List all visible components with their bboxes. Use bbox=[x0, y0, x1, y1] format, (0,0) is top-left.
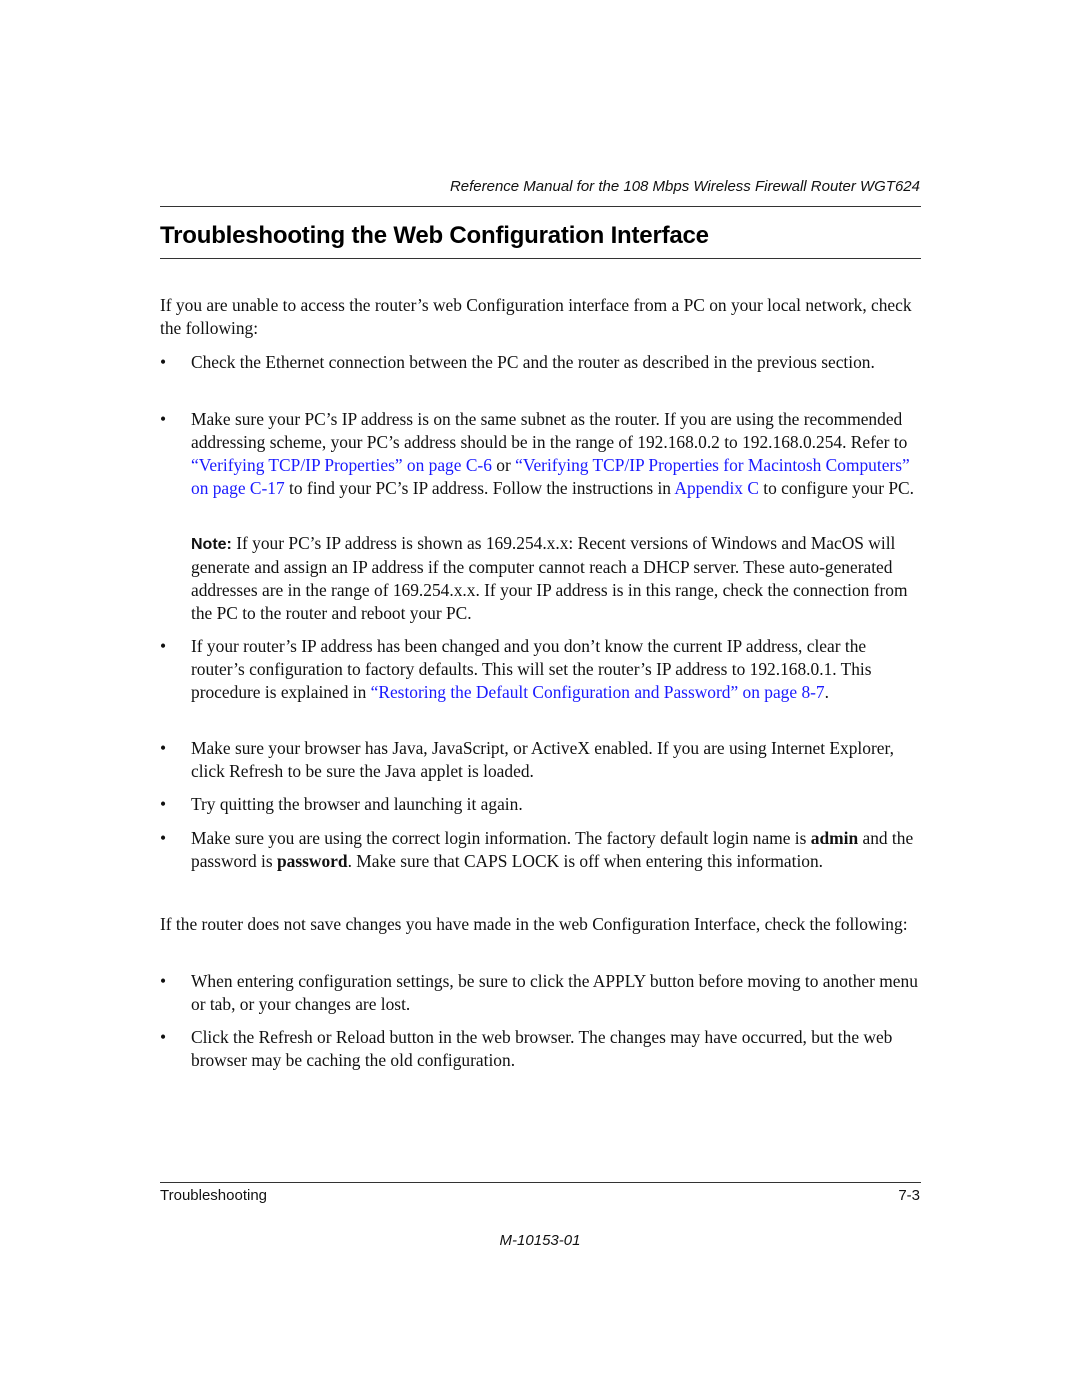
section-title: Troubleshooting the Web Configuration In… bbox=[160, 222, 709, 249]
list-item-text: Make sure you are using the correct logi… bbox=[191, 827, 921, 873]
text-run: to configure your PC. bbox=[758, 478, 914, 498]
link-verifying-tcpip[interactable]: “Verifying TCP/IP Properties” on page C-… bbox=[191, 455, 492, 475]
intro-paragraph: If you are unable to access the router’s… bbox=[160, 295, 912, 338]
bullet-icon: • bbox=[160, 971, 167, 991]
bullet-icon: • bbox=[160, 794, 167, 814]
list-item-text: Click the Refresh or Reload button in th… bbox=[191, 1027, 893, 1070]
list-item-text: When entering configuration settings, be… bbox=[191, 971, 918, 1014]
bullet-icon: • bbox=[160, 828, 167, 848]
list-item-text: Make sure your browser has Java, JavaScr… bbox=[191, 738, 894, 781]
footer-rule bbox=[160, 1182, 921, 1183]
link-appendix-c[interactable]: Appendix C bbox=[674, 478, 759, 498]
text-run: or bbox=[491, 455, 516, 475]
note-block: Note: If your PC’s IP address is shown a… bbox=[191, 532, 921, 625]
list-item-text: Try quitting the browser and launching i… bbox=[191, 794, 523, 814]
title-rule bbox=[160, 258, 921, 259]
document-page: Reference Manual for the 108 Mbps Wirele… bbox=[0, 0, 1080, 1397]
second-paragraph: If the router does not save changes you … bbox=[160, 914, 908, 934]
text-run: . Make sure that CAPS LOCK is off when e… bbox=[347, 851, 824, 871]
footer-chapter: Troubleshooting bbox=[160, 1187, 268, 1204]
list-item-text: If your router’s IP address has been cha… bbox=[191, 635, 921, 704]
document-number: M-10153-01 bbox=[499, 1232, 581, 1249]
running-header: Reference Manual for the 108 Mbps Wirele… bbox=[449, 178, 920, 195]
text-run: Make sure your PC’s IP address is on the… bbox=[191, 409, 908, 452]
bullet-icon: • bbox=[160, 409, 167, 429]
bullet-icon: • bbox=[160, 636, 167, 656]
page-number: 7-3 bbox=[898, 1187, 920, 1204]
bullet-icon: • bbox=[160, 1027, 167, 1047]
text-run: Make sure you are using the correct logi… bbox=[191, 828, 811, 848]
link-restoring-defaults[interactable]: “Restoring the Default Configuration and… bbox=[371, 682, 825, 702]
default-password: password bbox=[277, 851, 348, 871]
header-rule bbox=[160, 206, 921, 207]
default-login-name: admin bbox=[810, 828, 859, 848]
bullet-icon: • bbox=[160, 738, 167, 758]
note-label: Note: bbox=[191, 536, 232, 553]
bullet-icon: • bbox=[160, 352, 167, 372]
note-text: If your PC’s IP address is shown as 169.… bbox=[191, 533, 908, 623]
list-item-text: Make sure your PC’s IP address is on the… bbox=[191, 408, 921, 500]
text-run: to find your PC’s IP address. Follow the… bbox=[284, 478, 675, 498]
list-item-text: Check the Ethernet connection between th… bbox=[191, 352, 875, 372]
text-run: . bbox=[824, 682, 829, 702]
